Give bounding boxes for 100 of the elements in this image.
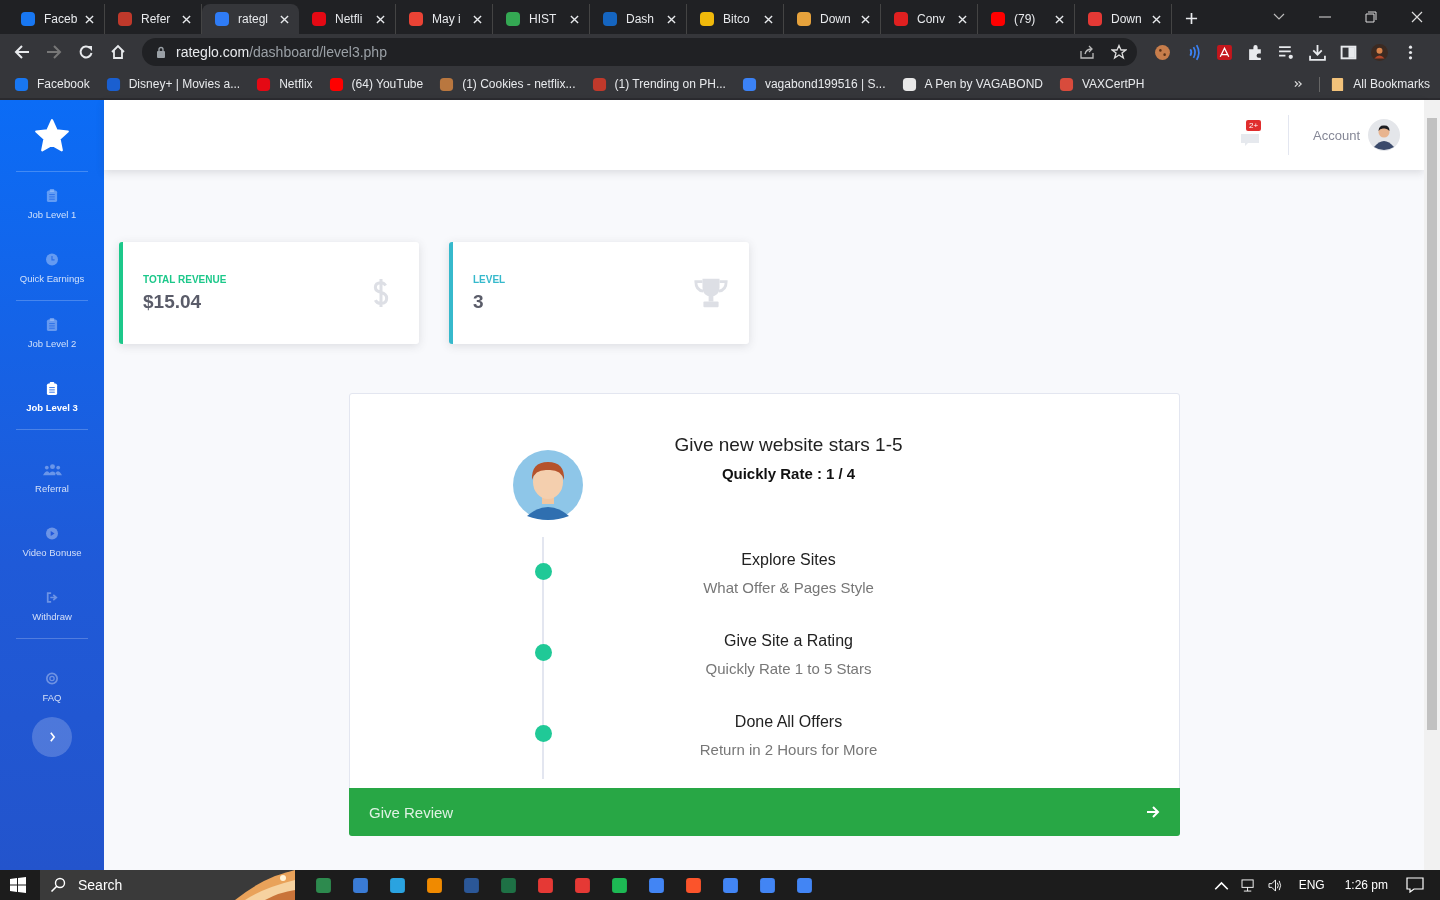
more-bookmarks-icon[interactable] (1294, 80, 1304, 88)
bookmark[interactable]: VAXCertPH (1059, 76, 1145, 92)
message-icon (1240, 132, 1260, 146)
rate-label: Quickly Rate : (721, 465, 822, 482)
clipboard-icon (46, 381, 58, 395)
rate-count: 1 / 4 (825, 465, 856, 482)
media-icon[interactable] (1278, 43, 1295, 61)
stat-value: 3 (473, 290, 485, 313)
bookmark[interactable]: Disney+ | Movies a... (105, 76, 241, 92)
app-icon[interactable] (759, 876, 776, 894)
arrow-right-icon (1146, 805, 1160, 819)
close-icon[interactable] (85, 14, 94, 24)
address-bar[interactable]: rateglo.com/dashboard/level3.php (142, 38, 1137, 66)
windows-start-icon[interactable] (10, 877, 26, 893)
notifications-icon[interactable] (1406, 877, 1424, 893)
close-icon[interactable] (764, 14, 773, 24)
user-avatar[interactable] (1368, 119, 1400, 151)
app-icon[interactable] (685, 876, 702, 894)
nav-item[interactable]: Referral (0, 446, 104, 510)
bookmark[interactable]: (64) YouTube (328, 76, 424, 92)
home-icon[interactable] (110, 44, 126, 60)
star-logo-icon[interactable] (34, 118, 70, 154)
app-icon[interactable] (426, 876, 443, 894)
app-icon[interactable] (500, 876, 517, 894)
close-icon[interactable] (473, 14, 482, 24)
network-icon[interactable] (1240, 878, 1256, 892)
close-icon[interactable] (570, 14, 579, 24)
cookie-icon[interactable] (1154, 43, 1171, 61)
puzzle-icon[interactable] (1247, 43, 1264, 61)
clock-icon (46, 252, 58, 266)
step-description: Quickly Rate 1 to 5 Stars (705, 660, 872, 677)
close-icon[interactable] (376, 14, 385, 24)
timeline-dot (534, 644, 552, 661)
app-icon[interactable] (389, 876, 406, 894)
nav-item[interactable]: Video Bonuse (0, 510, 104, 574)
bookmark[interactable]: A Pen by VAGABOND (901, 76, 1043, 92)
bookmark[interactable]: (1) Trending on PH... (591, 76, 726, 92)
download-icon[interactable] (1309, 43, 1326, 61)
account-link[interactable]: Account (1313, 127, 1360, 143)
folder-icon (1330, 76, 1346, 92)
bookmark[interactable]: (1) Cookies - netflix... (439, 76, 576, 92)
nav-item[interactable]: Job Level 2 (0, 301, 104, 365)
close-icon[interactable] (958, 14, 967, 24)
star-icon[interactable] (1111, 44, 1127, 60)
app-icon[interactable] (796, 876, 813, 894)
app-icon[interactable] (648, 876, 665, 894)
app-icon[interactable] (574, 876, 591, 894)
close-icon[interactable] (182, 14, 191, 24)
bookmark[interactable]: Netflix (256, 76, 313, 92)
nav-item[interactable]: Quick Earnings (0, 236, 104, 300)
sidebar-toggle-button[interactable] (32, 717, 72, 757)
share-icon[interactable] (1079, 44, 1095, 60)
trophy-icon (693, 277, 729, 309)
close-icon[interactable] (861, 14, 870, 24)
stat-label: TOTAL REVENUE (143, 273, 227, 285)
profile-avatar[interactable] (1371, 43, 1388, 61)
reload-icon[interactable] (78, 44, 94, 60)
bookmark-folder[interactable]: All Bookmarks (1319, 76, 1430, 92)
notification-badge: 2+ (1246, 120, 1262, 131)
help-icon (46, 671, 58, 685)
clock-text[interactable]: 1:26 pm (1344, 878, 1388, 892)
scrollbar[interactable] (1424, 100, 1440, 870)
step-description: Return in 2 Hours for More (699, 741, 878, 758)
timeline-dot (534, 563, 552, 580)
close-icon[interactable] (667, 14, 676, 24)
app-icon[interactable] (722, 876, 739, 894)
app-icon[interactable] (352, 876, 369, 894)
nav-item[interactable]: Job Level 3 (0, 365, 104, 429)
close-icon[interactable] (1055, 14, 1064, 24)
language-indicator[interactable]: ENG (1298, 878, 1325, 892)
taskbar-search-field[interactable]: Search (40, 870, 295, 900)
app-icon[interactable] (611, 876, 628, 894)
search-icon (50, 877, 66, 893)
bookmark[interactable]: vagabond199516 | S... (741, 76, 886, 92)
lock-icon (156, 46, 166, 58)
stat-label: LEVEL (473, 273, 506, 285)
nav-item[interactable]: Job Level 1 (0, 172, 104, 236)
forward-icon[interactable] (46, 44, 62, 60)
close-icon[interactable] (280, 14, 289, 24)
timeline-dot (534, 725, 552, 742)
play-icon (46, 526, 58, 540)
side-panel-icon[interactable] (1340, 43, 1357, 61)
back-icon[interactable] (14, 44, 30, 60)
app-icon[interactable] (315, 876, 332, 894)
nav-item[interactable]: FAQ (0, 655, 104, 719)
task-title: Give new website stars 1-5 (674, 434, 903, 456)
app-icon[interactable] (537, 876, 554, 894)
volume-icon[interactable] (1267, 878, 1283, 892)
new-tab-icon[interactable] (1185, 12, 1198, 25)
browser-tab[interactable]: rategl (202, 4, 299, 34)
close-icon[interactable] (1411, 11, 1423, 23)
restore-icon[interactable] (1365, 11, 1377, 23)
chevron-icon (48, 732, 56, 742)
clipboard-icon (46, 188, 58, 202)
pdf-icon[interactable] (1216, 43, 1233, 61)
exit-icon (46, 590, 58, 604)
close-icon[interactable] (1152, 14, 1161, 24)
nav-item[interactable]: Withdraw (0, 574, 104, 638)
step-title: Explore Sites (741, 551, 836, 569)
bookmark[interactable]: Facebook (14, 76, 90, 92)
